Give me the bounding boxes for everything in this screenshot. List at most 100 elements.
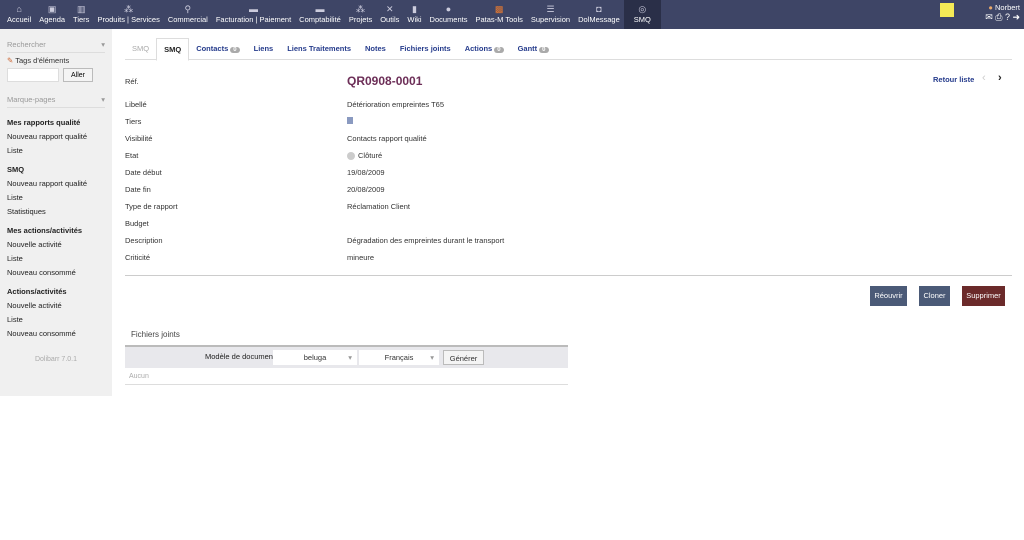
generate-button[interactable]: Générer bbox=[443, 350, 484, 365]
sidebar-link[interactable]: Liste bbox=[7, 254, 105, 263]
agenda-icon: ▣ bbox=[47, 4, 57, 14]
list-icon: ☰ bbox=[546, 4, 555, 14]
next-icon[interactable]: › bbox=[998, 72, 1002, 84]
menu-commercial[interactable]: ⚲ Commercial bbox=[164, 0, 212, 29]
sidebar-link[interactable]: Nouveau rapport qualité bbox=[7, 132, 105, 141]
field-value: Contacts rapport qualité bbox=[347, 134, 427, 143]
field-label: Visibilité bbox=[125, 134, 153, 143]
menu-dolmessage[interactable]: ◘ DolMessage bbox=[574, 0, 624, 29]
sidebar-link[interactable]: Nouveau consommé bbox=[7, 329, 105, 338]
wiki-icon: ▮ bbox=[411, 4, 417, 14]
version: Dolibarr 7.0.1 bbox=[34, 356, 78, 363]
tab-label: Gantt bbox=[517, 44, 538, 53]
tag-icon: ✎ bbox=[7, 56, 14, 65]
tools-icon: ✕ bbox=[386, 4, 394, 14]
menu-comptabilite[interactable]: ▬ Comptabilité bbox=[295, 0, 345, 29]
sidebar-link[interactable]: Nouvelle activité bbox=[7, 301, 105, 310]
top-menu: ⌂ Accueil ▣ Agenda ▥ Tiers ⁂ Produits | Serv… bbox=[3, 0, 661, 29]
tab-contacts[interactable]: Contacts 0 bbox=[189, 38, 246, 59]
status-icon bbox=[347, 152, 355, 161]
back-to-list-link[interactable]: Retour liste bbox=[933, 75, 974, 84]
user-menu[interactable]: ● Norbert ✉ ⎙ ? ➜ bbox=[985, 3, 1020, 23]
delete-button[interactable]: Supprimer bbox=[962, 286, 1005, 306]
field-value: Détérioration empreintes T65 bbox=[347, 100, 444, 109]
field-label: Date fin bbox=[125, 185, 151, 194]
menu-documents[interactable]: ● Documents bbox=[426, 0, 472, 29]
tab-liens[interactable]: Liens bbox=[247, 38, 281, 59]
field-label: Etat bbox=[125, 151, 139, 160]
menu-outils[interactable]: ✕ Outils bbox=[376, 0, 403, 29]
user-icon: ● bbox=[988, 3, 993, 12]
generate-bar: Modèle de document beluga ▾ Français ▾ Gén… bbox=[125, 345, 568, 368]
menu-produits[interactable]: ⁂ Produits | Services bbox=[93, 0, 163, 29]
tab-label: Liens bbox=[253, 44, 274, 53]
reopen-button[interactable]: Réouvrir bbox=[870, 286, 907, 306]
model-select[interactable]: beluga ▾ bbox=[273, 350, 357, 365]
menu-smq[interactable]: ◎ SMQ bbox=[623, 0, 661, 29]
menu-agenda[interactable]: ▣ Agenda bbox=[35, 0, 69, 29]
menu-patas-tools[interactable]: ▩ Patas-M Tools bbox=[471, 0, 526, 29]
sidebar-link[interactable]: Statistiques bbox=[7, 207, 105, 216]
sidebar-section-title[interactable]: Mes rapports qualité bbox=[7, 118, 105, 127]
tab-smq[interactable]: SMQ bbox=[156, 38, 190, 61]
menu-facturation[interactable]: ▬ Facturation | Paiement bbox=[212, 0, 295, 29]
menu-projets[interactable]: ⁂ Projets bbox=[345, 0, 376, 29]
message-icon: ◘ bbox=[596, 4, 602, 14]
files-divider bbox=[125, 384, 568, 385]
tab-badge: 0 bbox=[494, 47, 504, 53]
menu-tiers[interactable]: ▥ Tiers bbox=[69, 0, 93, 29]
tags-link[interactable]: ✎ Tags d'éléments bbox=[7, 56, 105, 65]
model-label: Modèle de document bbox=[205, 352, 276, 361]
projects-icon: ⁂ bbox=[356, 4, 366, 14]
tab-label: SMQ bbox=[132, 44, 150, 53]
ref-label: Réf. bbox=[125, 77, 139, 86]
files-title: Fichiers joints bbox=[131, 330, 180, 339]
sticky-note-icon[interactable] bbox=[940, 3, 954, 17]
clone-button[interactable]: Cloner bbox=[919, 286, 950, 306]
tab-label: Contacts bbox=[196, 44, 229, 53]
header-icons[interactable]: ✉ ⎙ ? ➜ bbox=[985, 12, 1020, 22]
search-input[interactable] bbox=[7, 68, 59, 82]
tab-actions[interactable]: Actions 0 bbox=[458, 38, 511, 59]
field-label: Date début bbox=[125, 168, 162, 177]
accounting-icon: ▬ bbox=[315, 4, 325, 14]
sidebar-section-title[interactable]: Mes actions/activités bbox=[7, 226, 105, 235]
field-value: Réclamation Client bbox=[347, 202, 410, 211]
menu-supervision[interactable]: ☰ Supervision bbox=[527, 0, 574, 29]
sidebar-link[interactable]: Liste bbox=[7, 315, 105, 324]
sidebar-section-title[interactable]: SMQ bbox=[7, 165, 105, 174]
sidebar-link[interactable]: Liste bbox=[7, 146, 105, 155]
tiers-icon: ▥ bbox=[76, 4, 86, 14]
tab-label: Actions bbox=[464, 44, 493, 53]
sidebar-link[interactable]: Nouveau rapport qualité bbox=[7, 179, 105, 188]
company-icon bbox=[347, 117, 353, 124]
commercial-icon: ⚲ bbox=[184, 4, 192, 14]
sidebar-link[interactable]: Nouvelle activité bbox=[7, 240, 105, 249]
tab-liens-traitements[interactable]: Liens Traitements bbox=[280, 38, 358, 59]
field-label: Type de rapport bbox=[125, 202, 178, 211]
menu-accueil[interactable]: ⌂ Accueil bbox=[3, 0, 35, 29]
tab-label: Liens Traitements bbox=[287, 44, 351, 53]
tab-notes[interactable]: Notes bbox=[358, 38, 393, 59]
search-select[interactable]: Rechercher ▾ bbox=[7, 40, 105, 53]
divider bbox=[125, 275, 1012, 276]
prev-icon[interactable]: ‹ bbox=[982, 72, 986, 84]
bookmarks-select[interactable]: Marque-pages ▾ bbox=[7, 95, 105, 108]
field-value: mineure bbox=[347, 253, 374, 262]
sidebar-link[interactable]: Liste bbox=[7, 193, 105, 202]
field-value-text: Détérioration empreintes T65 bbox=[347, 100, 444, 109]
language-select[interactable]: Français ▾ bbox=[359, 350, 439, 365]
menu-wiki[interactable]: ▮ Wiki bbox=[403, 0, 425, 29]
smq-icon: ◎ bbox=[638, 4, 647, 14]
field-value-text: Réclamation Client bbox=[347, 202, 410, 211]
go-button[interactable]: Aller bbox=[63, 68, 93, 82]
sidebar-link[interactable]: Nouveau consommé bbox=[7, 268, 105, 277]
field-label: Budget bbox=[125, 219, 149, 228]
tab-fichiers-joints[interactable]: Fichiers joints bbox=[393, 38, 458, 59]
tab-badge: 0 bbox=[230, 47, 240, 53]
tab-gantt[interactable]: Gantt 0 bbox=[511, 38, 556, 59]
field-label: Tiers bbox=[125, 117, 142, 126]
field-value: Dégradation des empreintes durant le tra… bbox=[347, 236, 504, 245]
sidebar-section-title[interactable]: Actions/activités bbox=[7, 287, 105, 296]
tab-smq[interactable]: SMQ bbox=[125, 38, 156, 59]
